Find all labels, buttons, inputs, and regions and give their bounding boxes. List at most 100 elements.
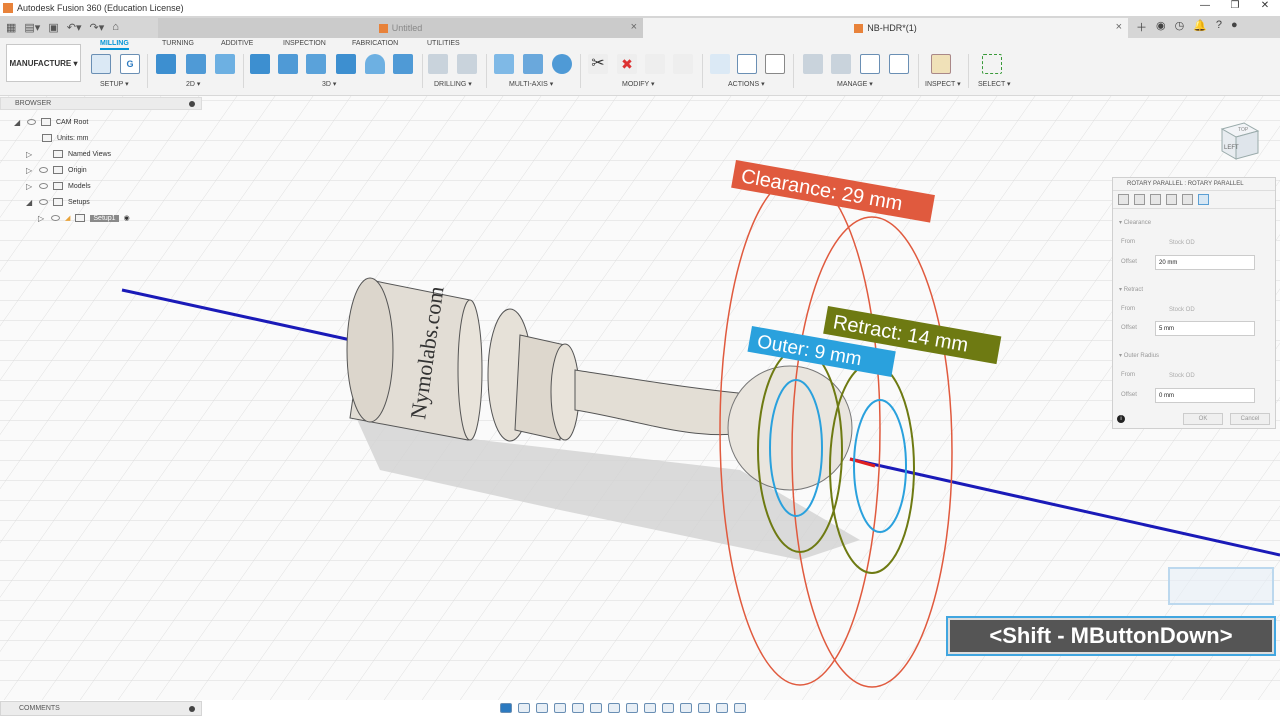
display-settings-icon[interactable] — [590, 703, 602, 713]
clearance-offset-input[interactable]: 20 mm — [1155, 255, 1255, 270]
setup-sheet-icon[interactable] — [765, 54, 785, 74]
delete-toolpath-icon[interactable]: ✖ — [617, 54, 637, 74]
outer-radius-section[interactable]: ▾ Outer Radius — [1119, 352, 1159, 359]
home-icon[interactable]: ⌂ — [112, 21, 119, 33]
zoom-icon[interactable] — [554, 703, 566, 713]
outer-offset-input[interactable]: 0 mm — [1155, 388, 1255, 403]
help-icon[interactable]: ? — [1216, 19, 1222, 35]
orbit-type-icon[interactable] — [662, 703, 674, 713]
hole-recognition-icon[interactable] — [457, 54, 477, 74]
tab-inspection[interactable]: INSPECTION — [283, 40, 326, 47]
ok-button[interactable]: OK — [1183, 413, 1223, 425]
expand-icon[interactable]: ▷ — [26, 150, 34, 159]
outer-from-select[interactable]: Stock OD — [1155, 368, 1255, 383]
tree-item-models[interactable]: ▷ Models — [26, 179, 91, 193]
clearance-section[interactable]: ▾ Clearance — [1119, 219, 1151, 226]
collapse-icon[interactable]: ◢ — [14, 118, 22, 127]
fit-icon[interactable] — [572, 703, 584, 713]
group-setup[interactable]: SETUP ▾ — [100, 80, 129, 88]
environment-icon[interactable] — [680, 703, 692, 713]
file-menu-icon[interactable]: ▤▾ — [24, 21, 40, 34]
tab-additive[interactable]: ADDITIVE — [221, 40, 253, 47]
geometry-tab-icon[interactable] — [1134, 194, 1145, 205]
group-select[interactable]: SELECT ▾ — [978, 80, 1011, 88]
group-actions[interactable]: ACTIONS ▾ — [728, 80, 765, 88]
browser-pin-icon[interactable] — [189, 101, 195, 107]
post-process-icon[interactable] — [737, 54, 757, 74]
comments-add-icon[interactable] — [189, 706, 195, 712]
expand-icon[interactable]: ▷ — [26, 166, 34, 175]
steep-shallow-icon[interactable] — [306, 54, 326, 74]
heights-tab-icon[interactable] — [1150, 194, 1161, 205]
viewcube[interactable]: LEFT TOP — [1214, 115, 1264, 165]
setup-folder-icon[interactable] — [91, 54, 111, 74]
close-icon[interactable]: ✕ — [1250, 0, 1280, 11]
2d-adaptive-icon[interactable] — [156, 54, 176, 74]
group-multi-axis[interactable]: MULTI-AXIS ▾ — [509, 80, 553, 88]
minimize-icon[interactable]: — — [1190, 0, 1220, 11]
comments-panel[interactable]: COMMENTS — [0, 701, 202, 716]
visibility-icon[interactable] — [27, 119, 36, 125]
tree-item-named-views[interactable]: ▷ Named Views — [26, 147, 111, 161]
effects-icon[interactable] — [716, 703, 728, 713]
look-at-icon[interactable] — [518, 703, 530, 713]
expand-icon[interactable]: ▷ — [38, 214, 46, 223]
group-manage[interactable]: MANAGE ▾ — [837, 80, 873, 88]
redo-icon[interactable]: ↷▾ — [89, 21, 104, 34]
tree-item-setups[interactable]: ◢ Setups — [26, 195, 90, 209]
tool-tab-icon[interactable] — [1118, 194, 1129, 205]
browser-header[interactable]: BROWSER — [0, 97, 202, 110]
post-library-icon[interactable] — [860, 54, 880, 74]
group-drilling[interactable]: DRILLING ▾ — [434, 80, 472, 88]
retract-section[interactable]: ▾ Retract — [1119, 286, 1143, 293]
multi-axis-contour-icon[interactable] — [523, 54, 543, 74]
clearance-from-select[interactable]: Stock OD — [1155, 235, 1255, 250]
tab-active-document[interactable]: NB-HDR*(1) × — [643, 18, 1128, 38]
close-tab-icon[interactable]: × — [631, 21, 637, 33]
tab-utilities[interactable]: UTILITIES — [427, 40, 460, 47]
tree-item-origin[interactable]: ▷ Origin — [26, 163, 87, 177]
object-visibility-icon[interactable] — [734, 703, 746, 713]
visibility-icon[interactable] — [39, 167, 48, 173]
viewports-icon[interactable] — [626, 703, 638, 713]
retract-from-select[interactable]: Stock OD — [1155, 302, 1255, 317]
workspace-switcher[interactable]: MANUFACTURE ▾ — [6, 44, 81, 82]
simulate-icon[interactable] — [710, 54, 730, 74]
nc-program-icon[interactable]: G — [120, 54, 140, 74]
info-icon[interactable]: i — [1117, 415, 1125, 423]
3d-adaptive-icon[interactable] — [250, 54, 270, 74]
tree-item-units[interactable]: Units: mm — [42, 131, 89, 145]
collapse-icon[interactable]: ◢ — [26, 198, 34, 207]
maximize-icon[interactable]: ❐ — [1220, 0, 1250, 11]
notifications-icon[interactable]: 🔔 — [1193, 19, 1207, 35]
tree-item-cam-root[interactable]: ◢ CAM Root — [14, 115, 88, 129]
save-icon[interactable]: ▣ — [48, 21, 58, 34]
undo-icon[interactable]: ↶▾ — [67, 21, 82, 34]
orbit-icon[interactable] — [500, 703, 512, 713]
passes-tab-icon[interactable] — [1166, 194, 1177, 205]
linking-tab-icon[interactable] — [1182, 194, 1193, 205]
group-modify[interactable]: MODIFY ▾ — [622, 80, 655, 88]
visibility-icon[interactable] — [39, 199, 48, 205]
expand-icon[interactable]: ▷ — [26, 182, 34, 191]
tab-untitled[interactable]: Untitled × — [158, 18, 643, 38]
tab-turning[interactable]: TURNING — [162, 40, 194, 47]
new-tab-icon[interactable]: ＋ — [1136, 19, 1147, 35]
swarf-icon[interactable] — [494, 54, 514, 74]
cancel-button[interactable]: Cancel — [1230, 413, 1270, 425]
pan-icon[interactable] — [536, 703, 548, 713]
grid-settings-icon[interactable] — [608, 703, 620, 713]
3d-pocket-icon[interactable] — [278, 54, 298, 74]
contour-icon[interactable] — [336, 54, 356, 74]
scissors-icon[interactable]: ✂ — [588, 54, 608, 74]
tab-milling[interactable]: MILLING — [100, 40, 129, 50]
job-status-icon[interactable]: ◷ — [1175, 19, 1185, 35]
group-2d[interactable]: 2D ▾ — [186, 80, 200, 88]
select-icon[interactable] — [982, 54, 1002, 74]
activate-radio-icon[interactable]: ◉ — [124, 214, 130, 222]
rotary-icon[interactable] — [552, 54, 572, 74]
tab-fabrication[interactable]: FABRICATION — [352, 40, 398, 47]
template-library-icon[interactable] — [889, 54, 909, 74]
scallop-icon[interactable] — [365, 54, 385, 74]
avatar[interactable]: ● — [1231, 19, 1238, 35]
